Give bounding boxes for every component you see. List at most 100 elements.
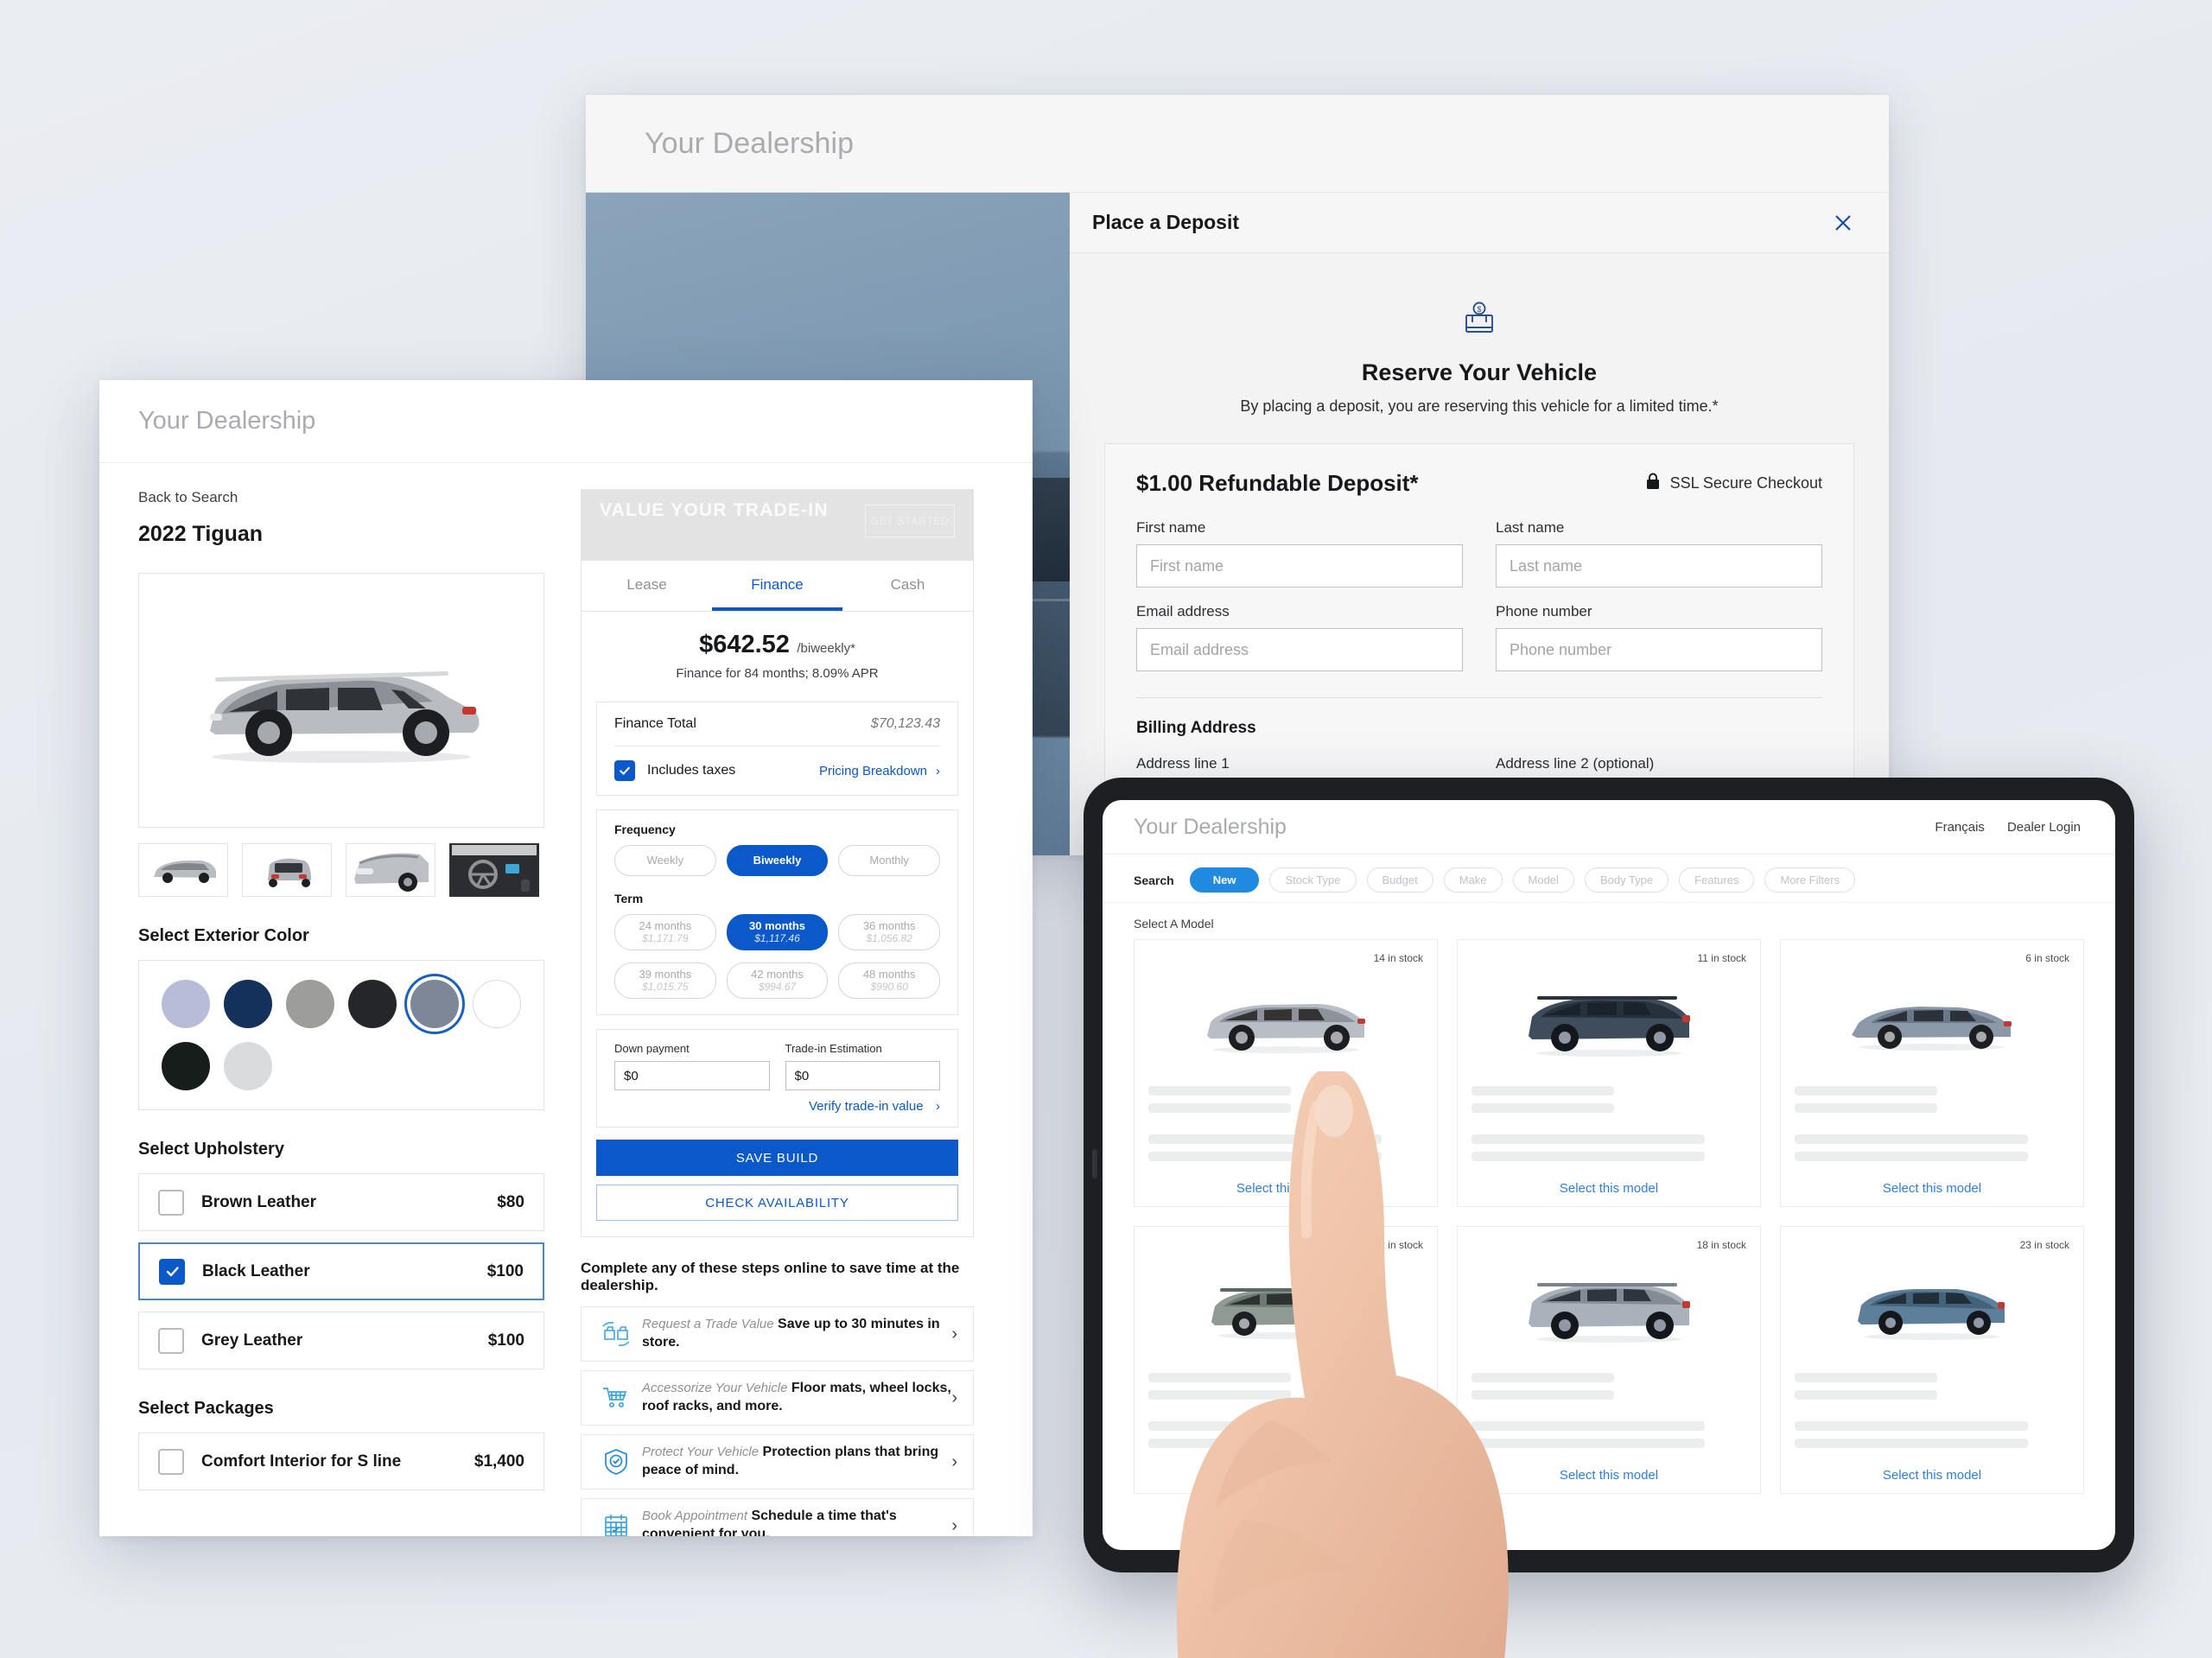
screenshot-stage: Your Dealership Place a Deposit $ Reserv… [0, 0, 2212, 1658]
last-name-input[interactable] [1496, 544, 1822, 588]
payment-frequency: /biweekly* [797, 641, 855, 656]
down-payment-input[interactable] [614, 1061, 770, 1090]
checkbox-unchecked-icon[interactable] [158, 1327, 184, 1354]
model-card[interactable]: 23 in stock Select this model [1780, 1226, 2084, 1494]
term-heading: Term [614, 892, 644, 905]
frequency-option-monthly[interactable]: Monthly [838, 845, 941, 876]
nav-link-francais[interactable]: Français [1935, 820, 1985, 835]
skeleton-line [1795, 1421, 2029, 1431]
thumbnail-side-view[interactable] [138, 843, 228, 897]
select-this-model-button[interactable]: Select this model [1471, 1459, 1746, 1493]
frequency-option-biweekly[interactable]: Biweekly [726, 845, 829, 876]
term-option-36-months[interactable]: 36 months $1,056.82 [838, 914, 941, 950]
swatch-slate-grey[interactable] [410, 980, 459, 1028]
filter-more-filters[interactable]: More Filters [1764, 867, 1856, 893]
save-build-button[interactable]: SAVE BUILD [596, 1140, 958, 1176]
tab-cash[interactable]: Cash [842, 561, 973, 611]
deposit-modal-header: Place a Deposit [1070, 193, 1889, 253]
model-card-grid: 14 in stock Select this model 11 in stoc… [1103, 939, 2115, 1494]
package-option-comfort-interior[interactable]: Comfort Interior for S line $1,400 [138, 1432, 544, 1490]
term-option-24-months[interactable]: 24 months $1,171.79 [614, 914, 716, 950]
trade-estimation-group: Trade-in Estimation [785, 1042, 940, 1090]
skeleton-line [1148, 1439, 1382, 1448]
term-option-42-months[interactable]: 42 months $994.67 [726, 962, 829, 999]
swatch-deep-navy[interactable] [224, 980, 272, 1028]
swatch-deep-black[interactable] [348, 980, 397, 1028]
select-this-model-button[interactable]: Select this model [1795, 1172, 2069, 1206]
back-to-search-link[interactable]: Back to Search [138, 489, 544, 506]
term-option-30-months[interactable]: 30 months $1,117.46 [726, 914, 829, 950]
term-options-row-2: 39 months $1,015.75 42 months $994.67 48… [597, 954, 957, 1014]
nav-link-dealer-login[interactable]: Dealer Login [2007, 820, 2081, 835]
pricing-breakdown-link[interactable]: Pricing Breakdown [819, 764, 927, 778]
trade-value-icon [597, 1321, 635, 1347]
swatch-platinum-grey[interactable] [286, 980, 334, 1028]
includes-taxes-checkbox[interactable] [614, 760, 635, 781]
reserve-heading: Reserve Your Vehicle [1361, 359, 1598, 385]
filter-budget[interactable]: Budget [1366, 867, 1433, 893]
filter-body-type[interactable]: Body Type [1584, 867, 1669, 893]
upholstery-option-black-leather[interactable]: Black Leather $100 [138, 1242, 544, 1300]
model-card[interactable]: 6 in stock Select this model [1780, 939, 2084, 1207]
checkbox-checked-icon[interactable] [159, 1258, 185, 1285]
close-icon[interactable] [1828, 208, 1858, 238]
term-label: 36 months [862, 918, 916, 932]
model-card[interactable]: 14 in stock Select this model [1134, 939, 1438, 1207]
swatch-light-periwinkle[interactable] [162, 980, 210, 1028]
model-card[interactable]: 11 in stock Select this model [1457, 939, 1761, 1207]
model-car-image [1795, 964, 2069, 1078]
step-protect-vehicle[interactable]: Protect Your Vehicle Protection plans th… [581, 1434, 974, 1490]
phone-label: Phone number [1496, 603, 1592, 619]
step-request-trade-value[interactable]: Request a Trade Value Save up to 30 minu… [581, 1306, 974, 1362]
tab-lease[interactable]: Lease [582, 561, 712, 611]
down-payment-label: Down payment [614, 1042, 690, 1055]
finance-total-value: $70,123.43 [870, 716, 940, 731]
select-this-model-button[interactable]: Select this model [1471, 1172, 1746, 1206]
trade-estimation-label: Trade-in Estimation [785, 1042, 882, 1055]
skeleton-line [1471, 1134, 1706, 1144]
term-option-48-months[interactable]: 48 months $990.60 [838, 962, 941, 999]
email-input[interactable] [1136, 628, 1463, 671]
swatch-pure-white[interactable] [473, 980, 521, 1028]
trade-estimation-input[interactable] [785, 1061, 940, 1090]
select-this-model-button[interactable]: Select this model [1795, 1459, 2069, 1493]
trade-in-get-started-button[interactable]: GET STARTED [865, 505, 955, 537]
filter-model[interactable]: Model [1512, 867, 1574, 893]
swatch-deep-green-black[interactable] [162, 1042, 210, 1090]
swatch-silver-mist[interactable] [224, 1042, 272, 1090]
checkbox-unchecked-icon[interactable] [158, 1189, 184, 1216]
skeleton-line [1471, 1086, 1615, 1096]
select-this-model-button[interactable]: Select this model [1148, 1172, 1423, 1206]
skeleton-line [1148, 1103, 1292, 1113]
thumbnail-interior-dashboard[interactable] [449, 843, 539, 897]
frequency-option-weekly[interactable]: Weekly [614, 845, 716, 876]
deposit-amount-label: $1.00 Refundable Deposit* [1136, 470, 1419, 496]
steps-section-title: Complete any of these steps online to sa… [581, 1260, 960, 1293]
payment-summary: $642.52 /biweekly* Finance for 84 months… [582, 612, 973, 688]
step-book-appointment[interactable]: Book Appointment Schedule a time that's … [581, 1498, 974, 1536]
phone-input[interactable] [1496, 628, 1822, 671]
upholstery-option-brown-leather[interactable]: Brown Leather $80 [138, 1173, 544, 1231]
includes-taxes-label: Includes taxes [647, 763, 736, 778]
upholstery-option-grey-leather[interactable]: Grey Leather $100 [138, 1312, 544, 1369]
filter-features[interactable]: Features [1679, 867, 1755, 893]
filter-make[interactable]: Make [1443, 867, 1503, 893]
thumbnail-rear-view[interactable] [242, 843, 332, 897]
checkbox-unchecked-icon[interactable] [158, 1448, 184, 1475]
filter-new[interactable]: New [1189, 867, 1260, 893]
check-availability-button[interactable]: CHECK AVAILABILITY [596, 1185, 958, 1221]
model-card[interactable]: 12 in stock Select this model [1134, 1226, 1438, 1494]
model-card[interactable]: 18 in stock Select this model [1457, 1226, 1761, 1494]
select-this-model-button[interactable]: Select this model [1148, 1459, 1423, 1493]
verify-trade-in-link[interactable]: Verify trade-in value [809, 1099, 924, 1114]
term-option-39-months[interactable]: 39 months $1,015.75 [614, 962, 716, 999]
first-name-input[interactable] [1136, 544, 1463, 588]
tab-finance[interactable]: Finance [712, 561, 842, 611]
thumbnail-front-detail[interactable] [346, 843, 435, 897]
step-accessorize-vehicle[interactable]: Accessorize Your Vehicle Floor mats, whe… [581, 1370, 974, 1426]
skeleton-line [1471, 1439, 1706, 1448]
stock-count: 6 in stock [2025, 952, 2069, 964]
form-divider [1136, 697, 1822, 698]
trade-in-banner: VALUE YOUR TRADE-IN Get a conditional tr… [581, 489, 974, 560]
filter-stock-type[interactable]: Stock Type [1269, 867, 1357, 893]
